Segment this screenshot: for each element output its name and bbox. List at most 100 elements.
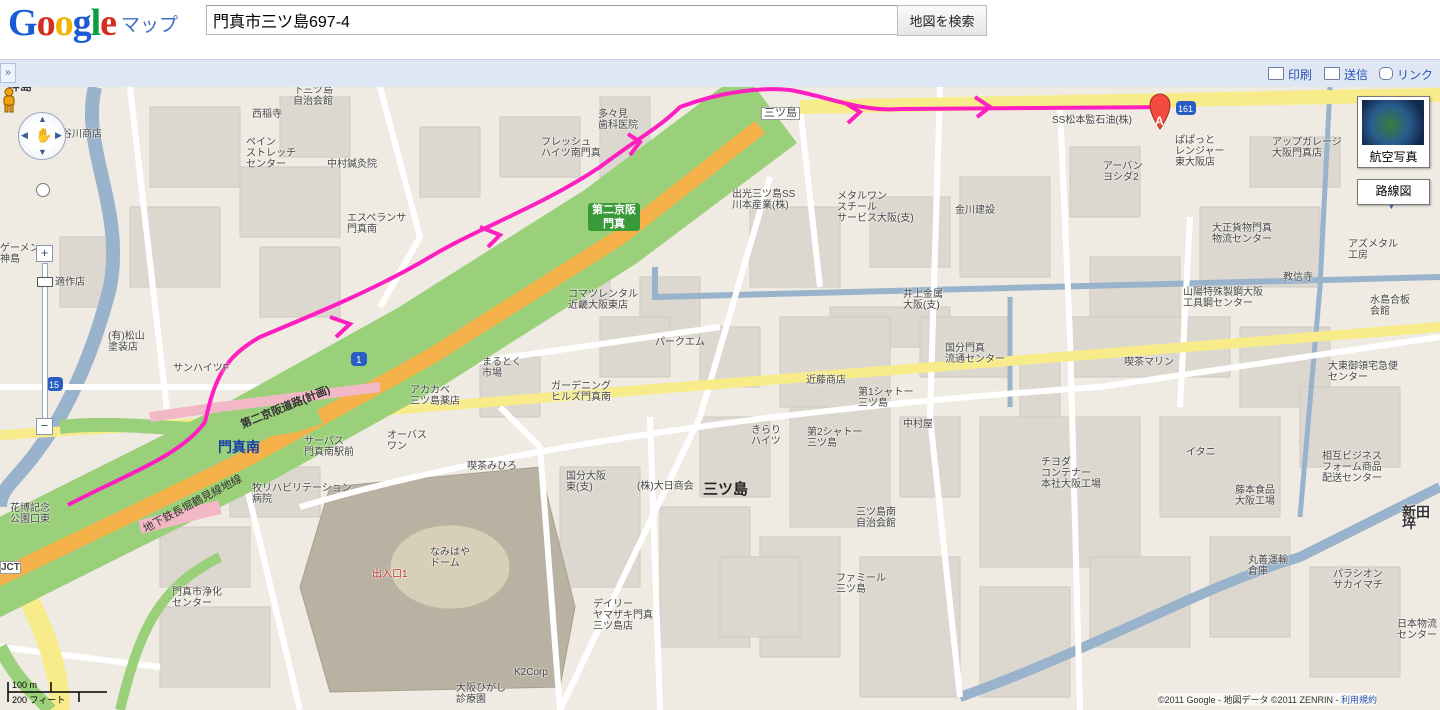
link-link[interactable]: リンク bbox=[1379, 66, 1433, 83]
poi-label[interactable]: 西稲寺 bbox=[252, 109, 282, 120]
map-type-button[interactable]: 路線図 bbox=[1357, 179, 1430, 205]
poi-label[interactable]: 花博記念 公園口東 bbox=[10, 503, 50, 525]
pan-control[interactable]: ▲ ▼ ◀ ▶ ✋ bbox=[18, 112, 66, 160]
poi-label[interactable]: なみはや ドーム bbox=[430, 547, 470, 569]
map-canvas[interactable]: 1 15 161 三ツ島 A 門真南 第二京阪 門真 地下鉄長堀鶴見線地線 第二… bbox=[0, 87, 1440, 710]
poi-label[interactable]: パラシオン サカイマチ bbox=[1333, 569, 1383, 591]
poi-label[interactable]: 下三ツ島 自治会館 bbox=[293, 87, 333, 107]
poi-label[interactable]: チヨダ コンテナー 本社大阪工場 bbox=[1041, 457, 1101, 490]
print-link[interactable]: 印刷 bbox=[1268, 66, 1312, 83]
poi-label[interactable]: パークエム bbox=[655, 337, 705, 348]
poi-label[interactable]: 門真市浄化 センター bbox=[172, 587, 222, 609]
poi-label[interactable]: オーバス ワン bbox=[387, 430, 427, 452]
poi-label[interactable]: メタルワン スチール サービス大阪(支) bbox=[837, 191, 914, 224]
poi-label[interactable]: ペイン ストレッチ センター bbox=[246, 137, 296, 170]
search-input[interactable] bbox=[206, 5, 904, 35]
poi-label[interactable]: 山陽特殊製鋼大阪 工具鋼センター bbox=[1183, 287, 1263, 309]
pan-right-icon[interactable]: ▶ bbox=[55, 130, 62, 141]
poi-label[interactable]: サーパス 門真南駅前 bbox=[304, 436, 354, 458]
poi-label[interactable]: SS松本監石油(株) bbox=[1052, 115, 1132, 126]
poi-label[interactable]: 中村屋 bbox=[903, 419, 933, 430]
poi-label[interactable]: 多々見 歯科医院 bbox=[598, 109, 638, 131]
toolbar: » 印刷 送信 リンク bbox=[0, 59, 1440, 87]
poi-label[interactable]: 大阪ひがし 診療園 bbox=[456, 683, 506, 705]
poi-label[interactable]: 藤本食品 大阪工場 bbox=[1235, 485, 1275, 507]
poi-label[interactable]: JCT bbox=[0, 561, 21, 574]
area-label: 三ツ島 bbox=[703, 480, 748, 498]
poi-label[interactable]: 牧リハビリテーション 病院 bbox=[252, 483, 352, 505]
poi-label[interactable]: 喫茶みひろ bbox=[467, 461, 517, 472]
scale-imperial: 200 フィート bbox=[12, 695, 66, 705]
poi-label[interactable]: (有)松山 塗装店 bbox=[108, 331, 145, 353]
poi-label[interactable]: きらり ハイツ bbox=[751, 425, 781, 447]
pegman-icon[interactable] bbox=[0, 87, 18, 113]
poi-label[interactable]: 三ツ島南 自治会館 bbox=[856, 507, 896, 529]
poi-label[interactable]: 丸善運輸 倉庫 bbox=[1248, 555, 1288, 577]
poi-label[interactable]: 谷川商店 bbox=[62, 129, 102, 140]
poi-label[interactable]: ファミール 三ツ島 bbox=[836, 573, 886, 595]
product-name: マップ bbox=[121, 15, 179, 36]
envelope-icon bbox=[1324, 67, 1340, 80]
chain-link-icon bbox=[1379, 67, 1393, 80]
poi-label[interactable]: 新田埣 bbox=[1402, 505, 1440, 530]
poi-label[interactable]: 水島合板 会館 bbox=[1370, 295, 1410, 317]
zoom-out-button[interactable]: − bbox=[36, 418, 53, 435]
chevron-down-icon[interactable]: ▼ bbox=[1388, 204, 1395, 211]
google-logo[interactable]: Google bbox=[8, 2, 117, 44]
poi-label[interactable]: ゲーメン 神島 bbox=[0, 243, 40, 265]
logo-letter: o bbox=[54, 2, 74, 44]
scale-bar: 100 m 200 フィート bbox=[7, 680, 111, 705]
poi-label[interactable]: 近藤商店 bbox=[806, 375, 846, 386]
zoom-in-button[interactable]: + bbox=[36, 245, 53, 262]
pan-down-icon[interactable]: ▼ bbox=[38, 147, 47, 157]
poi-label[interactable]: 国分大阪 東(支) bbox=[566, 471, 606, 493]
poi-label[interactable]: 井上金属 大阪(支) bbox=[903, 289, 943, 311]
pan-up-icon[interactable]: ▲ bbox=[38, 114, 47, 124]
poi-label[interactable]: サンハイツF bbox=[173, 363, 229, 374]
poi-label[interactable]: まるとく 市場 bbox=[482, 357, 522, 379]
poi-label[interactable]: 適作店 bbox=[55, 277, 85, 288]
poi-label[interactable]: K2Corp bbox=[514, 667, 548, 678]
send-link[interactable]: 送信 bbox=[1324, 66, 1368, 83]
poi-label[interactable]: 金川建設 bbox=[955, 205, 995, 216]
terms-link[interactable]: 利用規約 bbox=[1341, 695, 1377, 705]
poi-label[interactable]: 日本物流 センター bbox=[1397, 619, 1437, 641]
poi-label[interactable]: 出光三ツ島SS 川本産業(株) bbox=[732, 189, 795, 211]
station-label[interactable]: 門真南 bbox=[218, 437, 260, 457]
send-label: 送信 bbox=[1344, 68, 1369, 82]
poi-label[interactable]: アズメタル 工房 bbox=[1348, 239, 1398, 261]
collapse-panel-button[interactable]: » bbox=[0, 63, 16, 83]
poi-label[interactable]: 中村鍼灸院 bbox=[327, 159, 377, 170]
poi-label[interactable]: フレッシュ ハイツ南門真 bbox=[541, 137, 601, 159]
poi-label[interactable]: 大正貨物門真 物流センター bbox=[1212, 223, 1272, 245]
poi-label[interactable]: アカカベ 三ツ島薬店 bbox=[410, 385, 460, 407]
printer-icon bbox=[1268, 67, 1284, 80]
header: Google マップ 地図を検索 bbox=[0, 0, 1440, 58]
search-button[interactable]: 地図を検索 bbox=[897, 5, 987, 36]
interchange-label[interactable]: 第二京阪 門真 bbox=[588, 203, 640, 231]
poi-label[interactable]: エスペランサ 門真南 bbox=[347, 213, 406, 235]
poi-label[interactable]: 第1シャトー 三ツ島 bbox=[858, 387, 914, 409]
poi-label[interactable]: (株)大日商会 bbox=[637, 481, 694, 492]
poi-label[interactable]: ガーデニング ヒルズ門真南 bbox=[551, 381, 611, 403]
print-label: 印刷 bbox=[1288, 68, 1313, 82]
poi-label[interactable]: 教信寺 bbox=[1283, 272, 1313, 283]
poi-label[interactable]: 国分門真 流通センター bbox=[945, 343, 1005, 365]
poi-label[interactable]: 第2シャトー 三ツ島 bbox=[807, 427, 863, 449]
poi-label[interactable]: デイリー ヤマザキ門真 三ツ島店 bbox=[593, 599, 653, 632]
poi-label[interactable]: 三ツ島 bbox=[761, 107, 800, 120]
poi-label[interactable]: ぱぱっと レンジャー 東大阪店 bbox=[1175, 135, 1225, 168]
pan-left-icon[interactable]: ◀ bbox=[21, 130, 28, 141]
link-label: リンク bbox=[1397, 68, 1434, 82]
poi-label[interactable]: 大東御領宅急便 センター bbox=[1328, 361, 1398, 383]
satellite-button[interactable]: 航空写真 bbox=[1357, 96, 1430, 168]
poi-label[interactable]: アップガレージ 大阪門真店 bbox=[1272, 137, 1342, 159]
poi-label[interactable]: 出入口1 bbox=[372, 569, 408, 580]
reset-view-button[interactable] bbox=[36, 183, 50, 197]
poi-label[interactable]: アーバン ヨシダ2 bbox=[1103, 161, 1143, 183]
poi-label[interactable]: コマツレンタル 近畿大阪東店 bbox=[568, 289, 638, 311]
poi-label[interactable]: 相互ビジネス フォーム商品 配送センター bbox=[1322, 451, 1382, 484]
poi-label[interactable]: イタニ bbox=[1186, 447, 1216, 458]
zoom-slider-handle[interactable] bbox=[37, 277, 53, 287]
poi-label[interactable]: 喫茶マリン bbox=[1124, 357, 1174, 368]
